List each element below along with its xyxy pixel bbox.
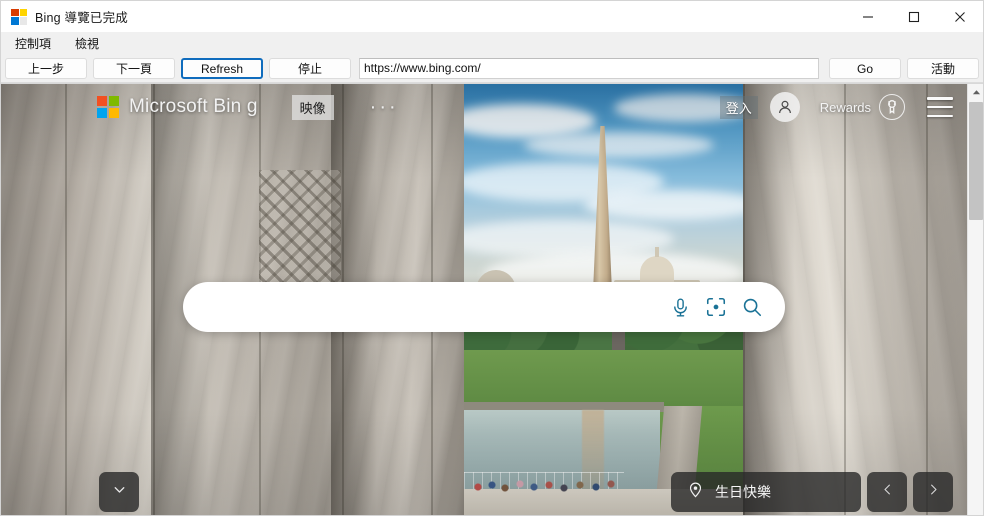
- hamburger-menu-icon[interactable]: [927, 97, 953, 117]
- scroll-down-button[interactable]: [99, 472, 139, 512]
- chevron-down-icon: [111, 481, 128, 503]
- nav-more-icon[interactable]: ···: [370, 97, 399, 117]
- go-button[interactable]: Go: [829, 58, 901, 79]
- medal-icon[interactable]: [879, 94, 905, 120]
- vertical-scrollbar[interactable]: [967, 84, 983, 515]
- search-icon[interactable]: [741, 296, 763, 318]
- url-input[interactable]: https://www.bing.com/: [359, 58, 819, 79]
- image-location-label: 生日快樂: [715, 484, 771, 500]
- scrollbar-thumb[interactable]: [969, 102, 983, 220]
- nav-item-images[interactable]: 映像: [291, 94, 334, 120]
- browser-window: Bing 導覽已完成 控制項 檢視 上一步 下一頁 Refresh 停止 htt…: [0, 0, 984, 516]
- sign-in-button[interactable]: 登入: [719, 95, 758, 119]
- bing-homepage: Microsoft Bin g 映像 ··· 登入 Rewards 生日快樂: [1, 84, 967, 515]
- search-input[interactable]: [183, 282, 670, 332]
- scroll-up-arrow-icon[interactable]: [968, 84, 983, 100]
- person-icon[interactable]: [769, 92, 800, 122]
- next-image-button[interactable]: [913, 472, 953, 512]
- minimize-button[interactable]: [845, 1, 891, 32]
- menu-bar: 控制項 檢視: [1, 32, 983, 55]
- bing-wordmark[interactable]: Microsoft Bin g: [129, 96, 258, 118]
- image-location-pill[interactable]: 生日快樂: [671, 472, 861, 512]
- forward-button[interactable]: 下一頁: [93, 58, 175, 79]
- activity-button[interactable]: 活動: [907, 58, 979, 79]
- chevron-right-icon: [926, 482, 941, 502]
- search-actions: [670, 296, 785, 318]
- microsoft-logo-icon: [97, 96, 119, 118]
- maximize-button[interactable]: [891, 1, 937, 32]
- browser-viewport: Microsoft Bin g 映像 ··· 登入 Rewards 生日快樂: [1, 83, 983, 515]
- window-controls: [845, 1, 983, 32]
- back-button[interactable]: 上一步: [5, 58, 87, 79]
- visual-search-icon[interactable]: [705, 296, 727, 318]
- menu-item-controls[interactable]: 控制項: [5, 33, 61, 54]
- microphone-icon[interactable]: [670, 297, 691, 318]
- window-title: Bing 導覽已完成: [35, 11, 128, 25]
- windows-app-icon: [11, 8, 27, 25]
- title-bar: Bing 導覽已完成: [1, 1, 983, 32]
- hero-bottom-controls: 生日快樂: [671, 472, 953, 512]
- previous-image-button[interactable]: [867, 472, 907, 512]
- refresh-button[interactable]: Refresh: [181, 58, 263, 79]
- browser-toolbar: 上一步 下一頁 Refresh 停止 https://www.bing.com/…: [1, 55, 983, 83]
- location-pin-icon: [687, 481, 704, 503]
- chevron-left-icon: [880, 482, 895, 502]
- rewards-label[interactable]: Rewards: [820, 100, 871, 115]
- header-right-group: 登入 Rewards: [719, 92, 953, 122]
- bing-header: Microsoft Bin g 映像 ··· 登入 Rewards: [1, 84, 967, 130]
- search-bar: [183, 282, 785, 332]
- close-button[interactable]: [937, 1, 983, 32]
- menu-item-view[interactable]: 檢視: [65, 33, 109, 54]
- stop-button[interactable]: 停止: [269, 58, 351, 79]
